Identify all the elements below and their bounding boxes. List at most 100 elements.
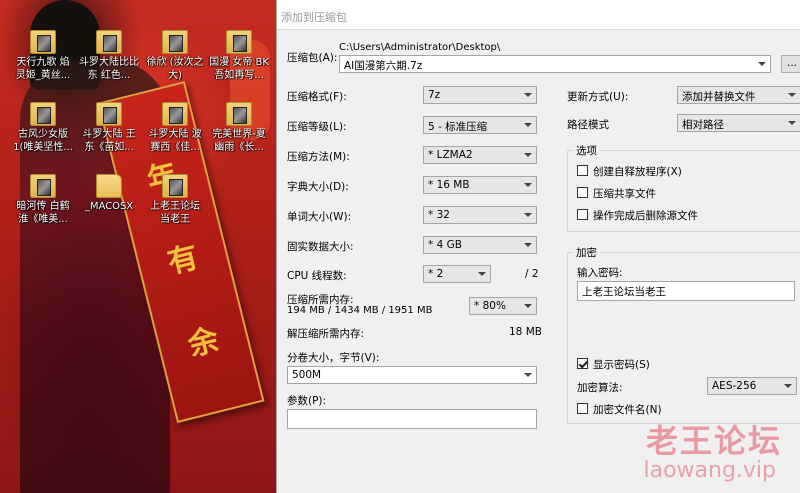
desktop-icon-label: 暗河传 白鹤淮《唯美... [16, 201, 70, 225]
desktop-icon[interactable]: 完美世界-夏幽雨《长... [208, 102, 270, 154]
format-label: 压缩格式(F): [287, 91, 347, 103]
split-size-combobox[interactable]: 500M [287, 366, 537, 384]
word-size-label: 单词大小(W): [287, 211, 352, 223]
method-select[interactable]: * LZMA2 [423, 146, 537, 164]
desktop-icon-label: 完美世界-夏幽雨《长... [212, 129, 266, 153]
video-file-icon [226, 102, 252, 126]
dialog-titlebar: 添加到压缩包 [277, 0, 800, 30]
chevron-down-icon [522, 209, 534, 221]
video-file-icon [30, 30, 56, 54]
encryption-method-value: AES-256 [712, 380, 757, 392]
desktop-icon[interactable]: 上老王论坛 当老王 [144, 174, 206, 226]
mem-decompress-label: 解压缩所需内存: [287, 328, 365, 340]
path-mode-label: 路径模式 [567, 119, 609, 131]
video-file-icon [162, 102, 188, 126]
desktop-icon[interactable]: 徐欣 (汝次之大) [144, 30, 206, 82]
desktop-icon[interactable]: 斗罗大陆 王东《苗如... [78, 102, 140, 154]
desktop-wallpaper: 年 有 余 天行九歌 焰灵姬_黄丝... 斗罗大陆比比东 红色... 徐欣 (汝… [0, 0, 276, 493]
chevron-down-icon [782, 380, 794, 392]
desktop-icon[interactable]: 国漫 女帝 BK 吾如再写... [208, 30, 270, 82]
chevron-down-icon [786, 89, 798, 101]
desktop-icon[interactable]: 斗罗大陆 波赛西《佳... [144, 102, 206, 154]
desktop-icon-label: 上老王论坛 当老王 [150, 201, 200, 225]
chevron-down-icon[interactable] [756, 58, 768, 70]
threads-label: CPU 线程数: [287, 270, 347, 282]
video-file-icon [96, 30, 122, 54]
solid-size-value: * 4 GB [428, 239, 462, 251]
sfx-checkbox[interactable] [577, 165, 588, 176]
archive-path-text: C:\Users\Administrator\Desktop\ [339, 42, 501, 53]
desktop-icon-label: 徐欣 (汝次之大) [146, 57, 204, 81]
threads-max: / 2 [525, 268, 539, 280]
desktop-icon[interactable]: _MACOSX [78, 174, 140, 213]
options-group-title: 选项 [573, 143, 600, 158]
mem-compress-value: 194 MB / 1434 MB / 1951 MB [287, 305, 433, 316]
desktop-icon[interactable]: 天行九歌 焰灵姬_黄丝... [12, 30, 74, 82]
chevron-down-icon [522, 179, 534, 191]
method-label: 压缩方法(M): [287, 151, 350, 163]
encryption-method-select[interactable]: AES-256 [707, 377, 797, 395]
level-label: 压缩等级(L): [287, 121, 347, 133]
method-value: * LZMA2 [428, 149, 473, 161]
update-mode-select[interactable]: 添加并替换文件 [677, 86, 800, 104]
watermark-text-cn: 老王论坛 [645, 422, 782, 460]
threads-value: * 2 [428, 268, 444, 280]
solid-size-label: 固实数据大小: [287, 241, 354, 253]
video-file-icon [162, 30, 188, 54]
mem-percent-select[interactable]: * 80% [469, 297, 537, 315]
path-mode-select[interactable]: 相对路径 [677, 114, 800, 132]
word-size-value: * 32 [428, 209, 450, 221]
delete-source-label: 操作完成后删除源文件 [593, 210, 698, 222]
dictionary-label: 字典大小(D): [287, 181, 349, 193]
show-password-label: 显示密码(S) [593, 359, 650, 371]
desktop-icon-label: 斗罗大陆 王东《苗如... [82, 129, 136, 153]
desktop-icon-label: 国漫 女帝 BK 吾如再写... [209, 57, 269, 81]
encryption-group-title: 加密 [573, 245, 600, 260]
desktop-icon-label: 斗罗大陆比比东 红色... [79, 57, 139, 81]
archive-label: 压缩包(A): [287, 52, 338, 64]
threads-select[interactable]: * 2 [423, 265, 491, 283]
encrypt-names-label: 加密文件名(N) [593, 404, 662, 416]
chevron-down-icon [522, 239, 534, 251]
desktop-icon-label: 天行九歌 焰灵姬_黄丝... [15, 57, 71, 81]
encrypt-names-checkbox[interactable] [577, 403, 588, 414]
params-label: 参数(P): [287, 395, 327, 407]
update-mode-value: 添加并替换文件 [682, 91, 756, 103]
chevron-down-icon [522, 300, 534, 312]
show-password-checkbox[interactable] [577, 358, 588, 369]
solid-size-select[interactable]: * 4 GB [423, 236, 537, 254]
video-file-icon [30, 102, 56, 126]
split-size-label: 分卷大小，字节(V): [287, 352, 380, 364]
format-select[interactable]: 7z [423, 86, 537, 104]
params-input[interactable] [287, 409, 537, 429]
archive-file-icon [162, 174, 188, 198]
path-mode-value: 相对路径 [682, 119, 724, 131]
mem-percent-value: * 80% [474, 300, 506, 312]
video-file-icon [30, 174, 56, 198]
video-file-icon [226, 30, 252, 54]
shared-files-checkbox[interactable] [577, 187, 588, 198]
desktop-icon[interactable]: 古风少女版 1(唯美坚性... [12, 102, 74, 154]
chevron-down-icon [522, 89, 534, 101]
archive-name-value: AI国漫第六期.7z [344, 60, 423, 72]
archive-name-combobox[interactable]: AI国漫第六期.7z [339, 55, 771, 73]
chevron-down-icon [476, 268, 488, 280]
couplet-char: 有 [164, 239, 202, 281]
chevron-down-icon [522, 369, 534, 381]
level-select[interactable]: 5 - 标准压缩 [423, 116, 537, 134]
shared-files-label: 压缩共享文件 [593, 188, 656, 200]
encryption-method-label: 加密算法: [577, 382, 623, 394]
word-size-select[interactable]: * 32 [423, 206, 537, 224]
video-file-icon [96, 102, 122, 126]
dictionary-select[interactable]: * 16 MB [423, 176, 537, 194]
desktop-icon[interactable]: 斗罗大陆比比东 红色... [78, 30, 140, 82]
folder-icon [96, 174, 122, 198]
desktop-icon-label: 古风少女版 1(唯美坚性... [13, 129, 73, 153]
couplet-char: 余 [184, 322, 223, 364]
update-mode-label: 更新方式(U): [567, 91, 629, 103]
browse-button[interactable]: ... [781, 55, 800, 73]
sfx-label: 创建自释放程序(X) [593, 166, 682, 178]
delete-source-checkbox[interactable] [577, 209, 588, 220]
desktop-icon[interactable]: 暗河传 白鹤淮《唯美... [12, 174, 74, 226]
password-input[interactable]: 上老王论坛当老王 [577, 281, 795, 301]
